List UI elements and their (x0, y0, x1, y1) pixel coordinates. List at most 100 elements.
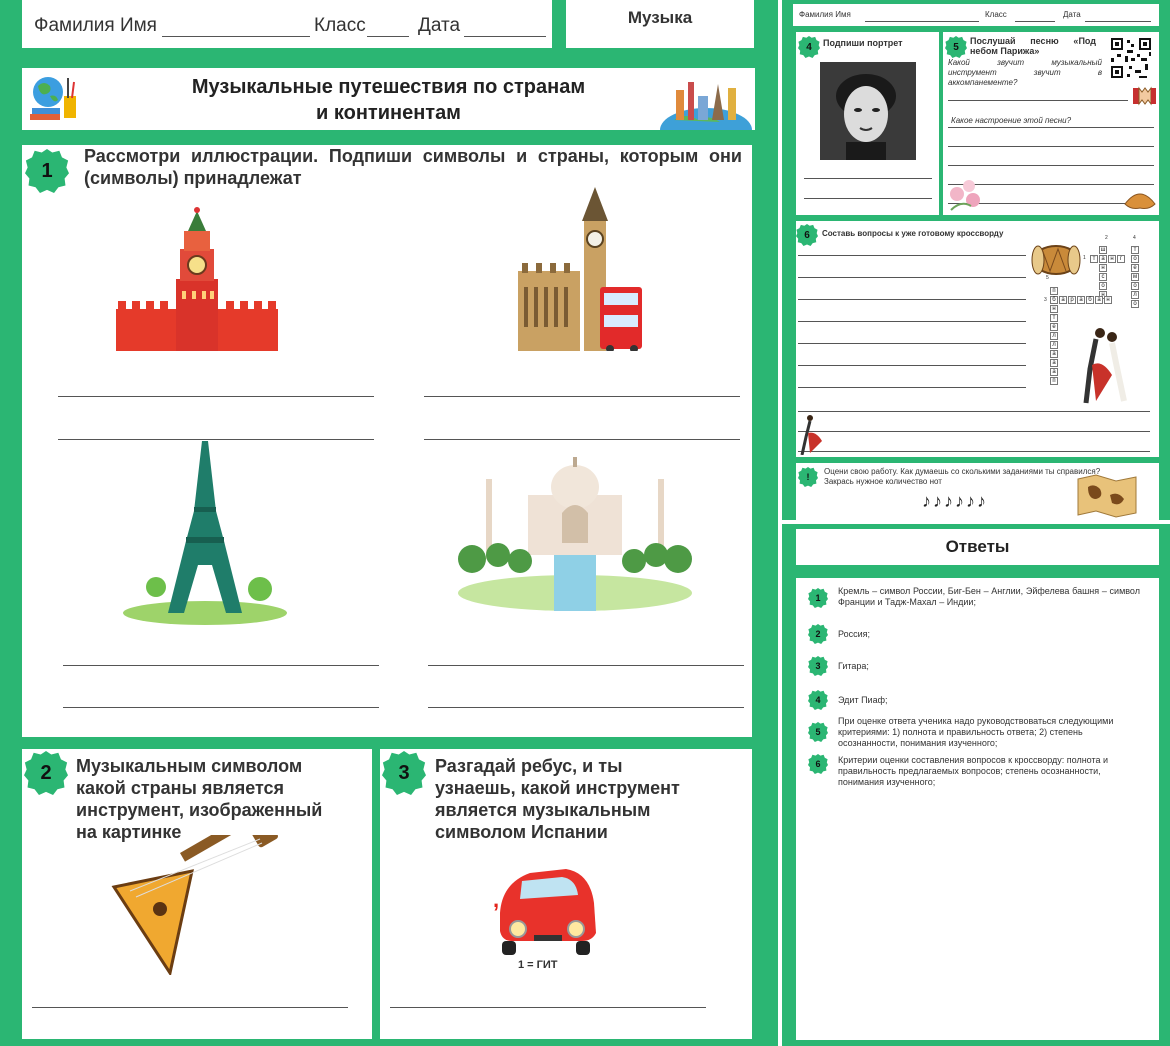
task4-panel: 4 Подпиши портрет (796, 32, 939, 215)
task2-panel: 2 Музыкальным символом какой страны явля… (22, 749, 372, 1039)
treasure-map-icon (1077, 474, 1137, 518)
task6-panel: 6 Составь вопросы к уже готовому кроссво… (796, 221, 1159, 457)
task6-line-8[interactable] (798, 411, 1150, 412)
title-panel: Музыкальные путешествия по странам и кон… (22, 68, 755, 130)
cw-v2-3: н (1050, 305, 1058, 313)
task6-line-2[interactable] (798, 277, 1026, 278)
right-name-line[interactable] (865, 21, 979, 22)
title-line-2: и континентам (316, 102, 461, 124)
answer-line-1d[interactable] (424, 439, 740, 440)
task4-line-2[interactable] (804, 198, 932, 199)
cw-baraban-2: а (1059, 296, 1067, 304)
crossword-number-3: 3 (1044, 297, 1047, 303)
answer-line-2[interactable] (32, 1007, 348, 1008)
taj-mahal-image (458, 457, 692, 611)
task3-line-4: символом Испании (435, 822, 608, 842)
task5-question-1: Какой звучит музыкальный инструмент звуч… (948, 58, 1102, 87)
task6-title: Составь вопросы к уже готовому кроссворд… (822, 229, 1004, 238)
cw-tango-5: о (1131, 255, 1139, 263)
cw-v2-8: а (1050, 350, 1058, 358)
cw-v1-3: с (1099, 273, 1107, 281)
task6-line-6[interactable] (798, 365, 1026, 366)
task5-title: Послушай песню «Под небом Парижа» (970, 36, 1096, 56)
right-class-label: Класс (985, 10, 1007, 19)
right-header-panel: Фамилия Имя Класс Дата (793, 4, 1159, 26)
class-label: Класс (314, 15, 366, 36)
date-field-line[interactable] (464, 36, 546, 37)
task6-line-1[interactable] (798, 255, 1026, 256)
cw-v2-4: т (1050, 314, 1058, 322)
answer-line-3[interactable] (390, 1007, 706, 1008)
task4-title: Подпиши портрет (823, 38, 903, 48)
cw-baraban-5: б (1086, 296, 1094, 304)
cw-v2-7: л (1050, 341, 1058, 349)
answer-line-1h[interactable] (428, 707, 744, 708)
answer-line-1c[interactable] (58, 439, 374, 440)
task4-line-1[interactable] (804, 178, 932, 179)
right-date-label: Дата (1063, 10, 1081, 19)
task3-badge: 3 (382, 751, 426, 795)
task3-text: Разгадай ребус, и ты узнаешь, какой инст… (435, 755, 721, 843)
task6-badge: 6 (796, 224, 818, 246)
self-check-panel: ! Оцени свою работу. Как думаешь со скол… (796, 463, 1159, 520)
cw-tango-2: а (1099, 255, 1107, 263)
task5-badge: 5 (945, 36, 967, 58)
answer-text-3: Гитара; (838, 661, 869, 671)
answers-title: Ответы (945, 537, 1010, 556)
task2-line-3: инструмент, изображенный (76, 800, 323, 820)
cw-v2-9: а (1050, 359, 1058, 367)
task6-line-9[interactable] (798, 431, 1150, 432)
answer-line-1b[interactable] (424, 396, 740, 397)
cw-v3-1: т (1131, 246, 1139, 254)
left-header-panel: Фамилия Имя Класс Дата (22, 0, 552, 48)
task6-line-3[interactable] (798, 299, 1026, 300)
task4-badge: 4 (798, 36, 820, 58)
qr-code[interactable] (1109, 36, 1153, 80)
answer-line-1f[interactable] (428, 665, 744, 666)
rebus-hint: 1 = ГИТ (518, 959, 558, 971)
task5-line-3[interactable] (948, 146, 1154, 147)
task6-line-7[interactable] (798, 387, 1026, 388)
answer-text-1: Кремль – символ России, Биг-Бен – Англии… (838, 586, 1140, 607)
name-label: Фамилия Имя (34, 15, 157, 36)
cw-v2-5: е (1050, 323, 1058, 331)
task6-line-4[interactable] (798, 321, 1026, 322)
right-class-line[interactable] (1015, 21, 1055, 22)
world-landmarks-icon (660, 82, 752, 130)
cw-v3-5: л (1131, 291, 1139, 299)
answer-text-2: Россия; (838, 629, 871, 639)
answer-line-1g[interactable] (63, 707, 379, 708)
task5-line-2[interactable] (948, 127, 1154, 128)
cw-v2-11: п (1050, 377, 1058, 385)
task6-line-5[interactable] (798, 343, 1026, 344)
task6-line-10[interactable] (798, 451, 1150, 452)
task3-line-1: Разгадай ребус, и ты (435, 756, 623, 776)
name-field-line[interactable] (162, 36, 310, 37)
cw-v3-4: о (1131, 282, 1139, 290)
cw-baraban-6: а (1095, 296, 1103, 304)
tango-dancers-small (800, 415, 822, 455)
task5-line-4[interactable] (948, 165, 1154, 166)
right-name-label: Фамилия Имя (799, 10, 851, 19)
task1-text: Рассмотри иллюстрации. Подпиши символы и… (84, 146, 742, 188)
task5-panel: 5 Послушай песню «Под небом Парижа» Како… (943, 32, 1159, 215)
note-rating[interactable]: ♪♪♪♪♪♪ (922, 491, 988, 512)
cw-v2-6: л (1050, 332, 1058, 340)
task1-panel: 1 Рассмотри иллюстрации. Подпиши символы… (22, 145, 752, 737)
edith-piaf-portrait (820, 62, 916, 160)
crossword-number-1: 1 (1083, 255, 1086, 261)
task5-line-1[interactable] (948, 100, 1128, 101)
task2-line-2: какой страны является (76, 778, 285, 798)
right-date-line[interactable] (1085, 21, 1151, 22)
class-field-line[interactable] (367, 36, 409, 37)
crossword-number-5: 5 (1046, 275, 1049, 281)
answer-badge-3: 3 (808, 656, 828, 676)
answer-badge-4: 4 (808, 690, 828, 710)
answers-title-panel: Ответы (796, 529, 1159, 565)
answer-line-1e[interactable] (63, 665, 379, 666)
answer-line-1a[interactable] (58, 396, 374, 397)
cw-baraban-4: а (1077, 296, 1085, 304)
answer-badge-1: 1 (808, 588, 828, 608)
task5-question-2: Какое настроение этой песни? (951, 116, 1072, 125)
big-ben-image (518, 187, 642, 351)
